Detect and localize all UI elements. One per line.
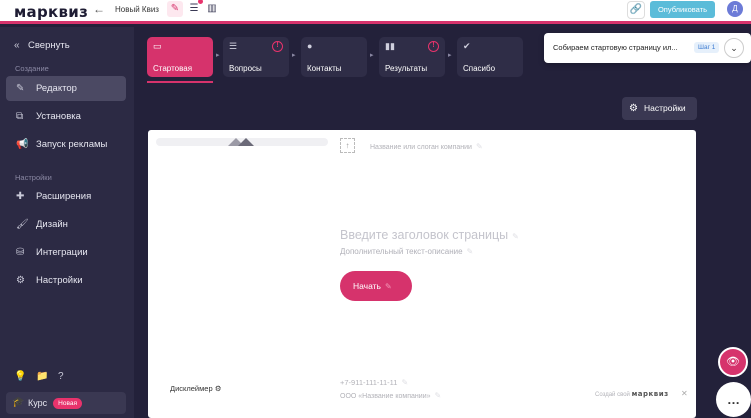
arrow-right-icon: ▸ bbox=[370, 52, 374, 59]
arrow-right-icon: ▸ bbox=[292, 52, 296, 59]
bottom-icons: 💡 📁? bbox=[14, 371, 80, 382]
section-create-label: Создание bbox=[15, 64, 49, 73]
user-icon: ● bbox=[307, 41, 313, 51]
onboarding-popup[interactable]: Собираем стартовую страницу ил... Шаг 1 … bbox=[544, 33, 751, 63]
preview-eye-button[interactable]: 👁 bbox=[718, 347, 748, 377]
start-button[interactable]: Начать ✎ bbox=[340, 271, 412, 301]
page-canvas: ↑ Название или слоган компании ✎ Введите … bbox=[148, 130, 696, 418]
list-icon: ☰ bbox=[229, 41, 238, 51]
double-chevron-left-icon: « bbox=[14, 40, 20, 51]
quiz-name[interactable]: Новый Квиз bbox=[115, 5, 159, 14]
pencil-icon: ✎ bbox=[434, 391, 442, 400]
folder-icon[interactable]: 📁 bbox=[36, 371, 58, 382]
page-subtitle-input[interactable]: Дополнительный текст-описание ✎ bbox=[340, 247, 473, 256]
tab-questions[interactable]: ☰! Вопросы bbox=[223, 37, 289, 77]
brush-icon: 🖌 bbox=[16, 219, 29, 230]
sidebar-item-ads[interactable]: 📢 Запуск рекламы bbox=[6, 132, 126, 157]
bar-chart-icon[interactable]: ▥ bbox=[204, 1, 220, 17]
gear-icon: ⚙ bbox=[16, 275, 25, 286]
upload-icon[interactable]: ↑ bbox=[340, 138, 355, 153]
course-button[interactable]: 🎓 Курс Новая bbox=[6, 392, 126, 414]
lightbulb-icon[interactable]: 💡 bbox=[14, 371, 36, 382]
warning-icon: ! bbox=[272, 41, 283, 52]
puzzle-icon: ✚ bbox=[16, 191, 25, 202]
sidebar-item-design[interactable]: 🖌 Дизайн bbox=[6, 212, 126, 237]
help-icon[interactable]: ? bbox=[58, 371, 80, 382]
app-logo[interactable]: марквиз bbox=[14, 3, 88, 21]
list-icon[interactable]: ☰ bbox=[186, 0, 203, 17]
arrow-right-icon: ▸ bbox=[216, 52, 220, 59]
sidebar: «Свернуть Создание ✎ Редактор ⧉ Установка … bbox=[0, 27, 134, 418]
publish-button[interactable]: Опубликовать bbox=[650, 1, 715, 18]
sidebar-item-editor[interactable]: ✎ Редактор bbox=[6, 76, 126, 101]
powered-by[interactable]: Создай свой марквиз bbox=[595, 390, 669, 398]
page-title-input[interactable]: Введите заголовок страницы ✎ bbox=[340, 228, 519, 242]
phone-field[interactable]: +7-911-111-11-11 ✎ bbox=[340, 378, 408, 387]
start-page-icon: ▭ bbox=[153, 41, 162, 51]
section-settings-label: Настройки bbox=[15, 173, 52, 182]
notification-dot bbox=[198, 0, 203, 4]
logo-shape-icon bbox=[228, 138, 254, 146]
back-arrow-icon[interactable]: ← bbox=[92, 2, 106, 16]
pencil-icon: ✎ bbox=[384, 282, 392, 291]
sidebar-item-extensions[interactable]: ✚ Расширения bbox=[6, 184, 126, 209]
graduation-cap-icon: 🎓 bbox=[12, 397, 25, 408]
slogan-placeholder[interactable]: Название или слоган компании ✎ bbox=[370, 142, 483, 151]
megaphone-icon: 📢 bbox=[16, 139, 29, 150]
tab-results[interactable]: ▮▮! Результаты bbox=[379, 37, 445, 77]
company-field[interactable]: ООО «Название компании» ✎ bbox=[340, 391, 441, 400]
sidebar-item-settings[interactable]: ⚙ Настройки bbox=[6, 268, 126, 293]
chat-icon: … bbox=[727, 392, 740, 407]
gear-icon: ⚙ bbox=[214, 384, 222, 393]
onboarding-step-badge: Шаг 1 bbox=[694, 42, 720, 53]
active-tab-underline bbox=[147, 81, 213, 83]
gear-icon: ⚙ bbox=[629, 103, 638, 114]
results-icon: ▮▮ bbox=[385, 41, 395, 51]
sidebar-item-install[interactable]: ⧉ Установка bbox=[6, 104, 126, 129]
edit-pencil-icon[interactable]: ✎ bbox=[167, 1, 183, 17]
install-icon: ⧉ bbox=[16, 111, 24, 122]
top-bar: марквиз ← Новый Квиз ✎ ☰ ▥ 🔗 Опубликоват… bbox=[0, 0, 751, 24]
chevron-down-icon[interactable]: ⌄ bbox=[724, 38, 744, 58]
collapse-button[interactable]: «Свернуть bbox=[14, 40, 70, 51]
pencil-icon: ✎ bbox=[475, 142, 483, 151]
chat-button[interactable]: … bbox=[716, 382, 751, 417]
pencil-icon: ✎ bbox=[401, 378, 409, 387]
new-badge: Новая bbox=[53, 398, 82, 409]
page-settings-button[interactable]: ⚙ Настройки bbox=[622, 97, 697, 120]
integrations-icon: ⛁ bbox=[16, 247, 25, 258]
pencil-icon: ✎ bbox=[512, 232, 519, 241]
tab-thanks[interactable]: ✔ Спасибо bbox=[457, 37, 523, 77]
arrow-right-icon: ▸ bbox=[448, 52, 452, 59]
disclaimer-button[interactable]: Дисклеймер ⚙ bbox=[170, 384, 221, 393]
warning-icon: ! bbox=[428, 41, 439, 52]
tab-contacts[interactable]: ● Контакты bbox=[301, 37, 367, 77]
pencil-icon: ✎ bbox=[466, 247, 474, 256]
tab-start[interactable]: ▭ Стартовая bbox=[147, 37, 213, 77]
pencil-icon: ✎ bbox=[16, 83, 25, 94]
link-icon[interactable]: 🔗 bbox=[627, 1, 645, 19]
eye-icon: 👁 bbox=[726, 356, 740, 368]
close-icon[interactable]: ✕ bbox=[681, 389, 688, 398]
check-circle-icon: ✔ bbox=[463, 41, 471, 51]
sidebar-item-integrations[interactable]: ⛁ Интеграции bbox=[6, 240, 126, 265]
onboarding-text: Собираем стартовую страницу ил... bbox=[553, 43, 678, 52]
avatar[interactable]: Д bbox=[727, 1, 743, 17]
